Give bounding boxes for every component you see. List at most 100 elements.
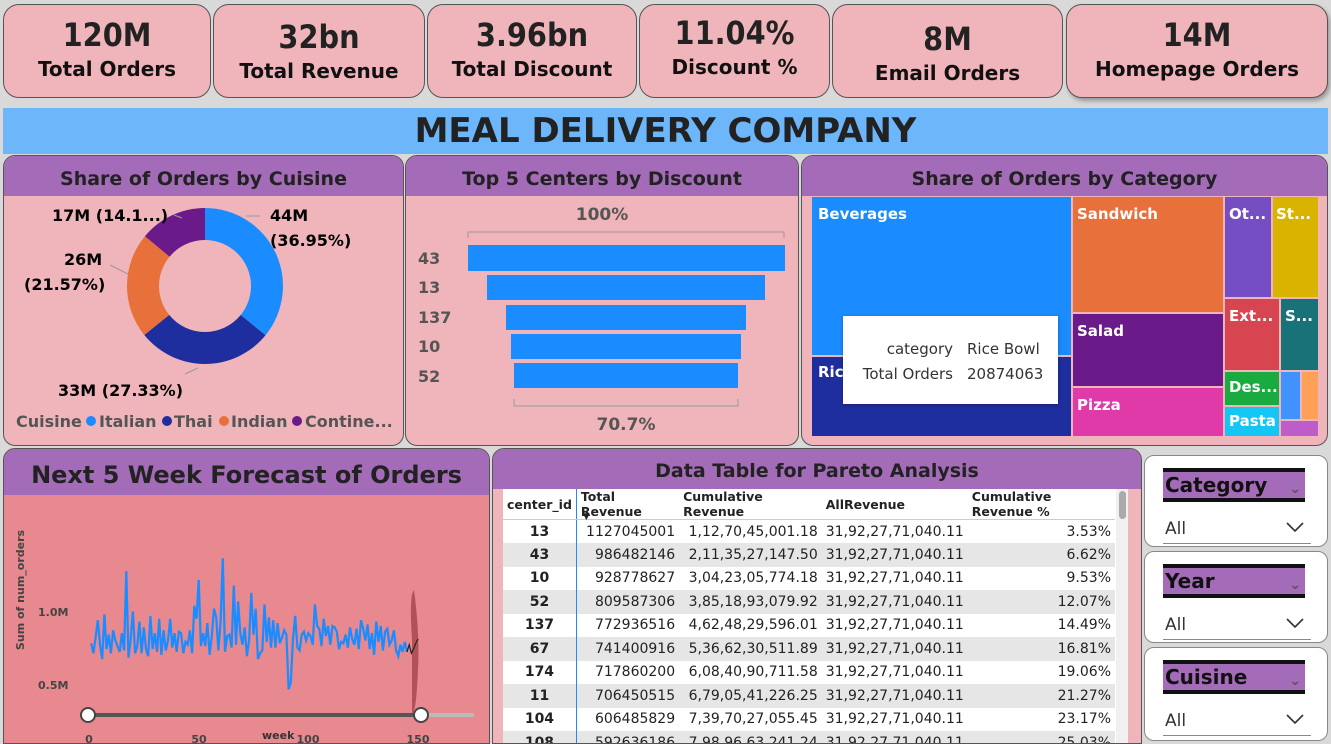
kpi-card-total-revenue[interactable]: 32bn Total Revenue <box>213 4 425 98</box>
table-cell: 16.81% <box>967 637 1115 661</box>
table-cell: 10 <box>503 566 577 590</box>
table-row[interactable]: 43 986482146 2,11,35,27,147.50 31,92,27,71,… <box>503 543 1115 567</box>
column-header[interactable]: AllRevenue <box>821 489 968 520</box>
column-header[interactable]: Cumulative Revenue % <box>967 489 1115 520</box>
panel-title: Share of Orders by Category <box>802 156 1327 196</box>
table-cell: 928778627 <box>576 566 680 590</box>
funnel-category-label: 52 <box>418 367 440 386</box>
chevron-down-icon[interactable]: ⌄ <box>1287 668 1301 694</box>
slicer-dropdown[interactable]: All <box>1163 706 1311 736</box>
table-cell: 67 <box>503 637 577 661</box>
dashboard-title: MEAL DELIVERY COMPANY <box>414 111 917 151</box>
treemap-tile-starters[interactable]: St... <box>1273 197 1318 297</box>
slicer-year[interactable]: Year ⌄ All <box>1144 551 1328 643</box>
treemap-tooltip: category Rice Bowl Total Orders 20874063 <box>843 316 1058 404</box>
y-tick-label: 0.5M <box>38 679 68 692</box>
table-cell: 1,12,70,45,001.18 <box>679 519 822 543</box>
table-cell: 741400916 <box>576 637 680 661</box>
treemap-tile-small-3[interactable] <box>1281 421 1318 436</box>
column-header-label: Total Revenue <box>580 489 642 519</box>
table-cell: 7,98,96,63,241.24 <box>679 731 822 743</box>
kpi-card-homepage-orders[interactable]: 14M Homepage Orders <box>1066 4 1328 98</box>
funnel-bar-10[interactable] <box>511 334 741 359</box>
column-header[interactable]: center_id <box>503 489 577 520</box>
cuisine-donut-panel[interactable]: Share of Orders by Cuisine 17M (14.1...)… <box>3 155 404 446</box>
label-indian-pct: (21.57%) <box>24 275 105 294</box>
category-treemap-panel[interactable]: Share of Orders by Category Beverages Ri… <box>801 155 1328 446</box>
treemap-tile-small-2[interactable] <box>1302 372 1318 419</box>
pareto-table-panel[interactable]: Data Table for Pareto Analysis center_id… <box>492 448 1142 744</box>
table-row[interactable]: 11 706450515 6,79,05,41,226.25 31,92,27,71,… <box>503 684 1115 708</box>
legend-italian[interactable]: Italian <box>99 412 157 431</box>
table-cell: 104 <box>503 707 577 731</box>
treemap-tile-soup[interactable]: S... <box>1281 299 1318 370</box>
kpi-card-discount-pct[interactable]: 11.04% Discount % <box>639 4 830 98</box>
table-row[interactable]: 104 606485829 7,39,70,27,055.45 31,92,27,71… <box>503 707 1115 731</box>
table-row[interactable]: 67 741400916 5,36,62,30,511.89 31,92,27,71,… <box>503 637 1115 661</box>
treemap-tile-pasta[interactable]: Pasta <box>1225 407 1279 436</box>
slice-italian[interactable] <box>205 208 283 336</box>
chevron-down-icon[interactable]: ⌄ <box>1287 572 1301 598</box>
zoom-slider-handle-left[interactable] <box>80 707 96 723</box>
treemap-tile-extras[interactable]: Ext... <box>1225 299 1279 370</box>
treemap-tile-pizza[interactable]: Pizza <box>1073 388 1223 436</box>
funnel-bar-13[interactable] <box>487 275 765 300</box>
column-header[interactable]: Cumulative Revenue <box>679 489 822 520</box>
forecast-panel[interactable]: Next 5 Week Forecast of Orders Sum of nu… <box>3 448 490 744</box>
kpi-card-email-orders[interactable]: 8M Email Orders <box>832 4 1063 98</box>
treemap-tile-salad[interactable]: Salad <box>1073 314 1223 386</box>
table-row[interactable]: 52 809587306 3,85,18,93,079.92 31,92,27,71,… <box>503 590 1115 614</box>
kpi-card-total-discount[interactable]: 3.96bn Total Discount <box>427 4 637 98</box>
tooltip-value-orders: 20874063 <box>967 365 1044 383</box>
funnel-bar-43[interactable] <box>468 245 785 271</box>
donut-legend: Cuisine Italian Thai Indian Contine... <box>16 412 393 431</box>
table-row[interactable]: 10 928778627 3,04,23,05,774.18 31,92,27,71,… <box>503 566 1115 590</box>
slicer-dropdown[interactable]: All <box>1163 514 1311 544</box>
funnel-category-label: 13 <box>418 278 440 297</box>
kpi-label: Discount % <box>671 55 798 79</box>
table-scrollbar-thumb[interactable] <box>1119 491 1126 519</box>
chevron-down-icon[interactable]: ⌄ <box>1287 476 1301 502</box>
table-row[interactable]: 108 592636186 7,98,96,63,241.24 31,92,27,71… <box>503 731 1115 743</box>
tooltip-value-category: Rice Bowl <box>967 340 1040 358</box>
table-row[interactable]: 137 772936516 4,62,48,29,596.01 31,92,27,71… <box>503 613 1115 637</box>
funnel-category-label: 137 <box>418 308 451 327</box>
kpi-card-total-orders[interactable]: 120M Total Orders <box>3 4 211 98</box>
funnel-chart[interactable]: 100% 43 13 137 10 52 70.7% <box>406 196 799 446</box>
legend-continental[interactable]: Contine... <box>305 412 393 431</box>
table-row[interactable]: 13 1127045001 1,12,70,45,001.18 31,92,27,71… <box>503 519 1115 543</box>
panel-title: Data Table for Pareto Analysis <box>493 449 1141 489</box>
column-header-sorted[interactable]: Total Revenue ▼ <box>576 489 680 522</box>
slice-thai[interactable] <box>144 314 266 364</box>
table-cell: 23.17% <box>967 707 1115 731</box>
top-centers-funnel-panel[interactable]: Top 5 Centers by Discount 100% 43 13 137… <box>405 155 799 446</box>
slicer-dropdown[interactable]: All <box>1163 610 1311 640</box>
treemap-tile-desert[interactable]: Des... <box>1225 372 1279 405</box>
label-thai: 33M (27.33%) <box>58 381 183 400</box>
chevron-down-icon[interactable] <box>1285 616 1305 630</box>
table-cell: 31,92,27,71,040.11 <box>821 613 968 637</box>
slicer-cuisine[interactable]: Cuisine ⌄ All <box>1144 647 1328 741</box>
tile-label: S... <box>1285 307 1313 325</box>
table-cell: 6,08,40,90,711.58 <box>679 660 822 684</box>
actual-orders-line[interactable] <box>90 558 409 690</box>
treemap-tile-other[interactable]: Ot... <box>1225 197 1271 297</box>
table-cell: 772936516 <box>576 613 680 637</box>
tile-label: Sandwich <box>1077 205 1158 223</box>
chevron-down-icon[interactable] <box>1285 712 1305 726</box>
chevron-down-icon[interactable] <box>1285 520 1305 534</box>
legend-thai[interactable]: Thai <box>174 412 213 431</box>
table-row[interactable]: 174 717860200 6,08,40,90,711.58 31,92,27,71… <box>503 660 1115 684</box>
cuisine-donut-chart[interactable]: 17M (14.1...) 44M (36.95%) 26M (21.57%) … <box>4 196 404 446</box>
funnel-bar-137[interactable] <box>506 305 746 330</box>
zoom-slider-handle-right[interactable] <box>413 707 429 723</box>
treemap-tile-sandwich[interactable]: Sandwich <box>1073 197 1223 312</box>
treemap-tile-small-1[interactable] <box>1281 372 1300 419</box>
funnel-bar-52[interactable] <box>514 363 738 388</box>
slicer-header: Cuisine ⌄ <box>1163 660 1305 694</box>
table-cell: 9.53% <box>967 566 1115 590</box>
legend-indian[interactable]: Indian <box>231 412 287 431</box>
sort-desc-icon: ▼ <box>582 512 590 522</box>
table-scrollbar[interactable] <box>1116 489 1128 743</box>
slicer-category[interactable]: Category ⌄ All <box>1144 455 1328 547</box>
